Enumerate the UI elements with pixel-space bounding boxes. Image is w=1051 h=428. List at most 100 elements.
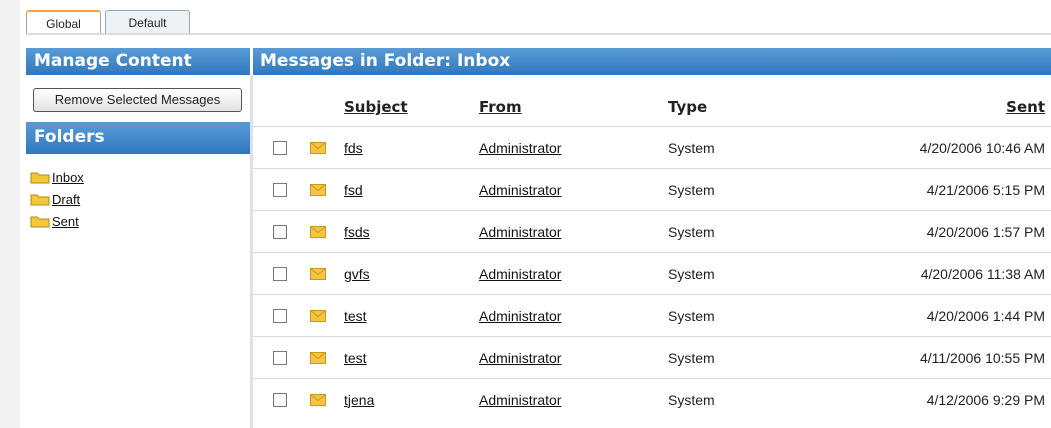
folders-header: Folders: [26, 122, 250, 154]
envelope-icon: [310, 267, 326, 280]
subject-link[interactable]: test: [344, 350, 367, 366]
envelope-icon: [310, 309, 326, 322]
sent-cell: 4/20/2006 1:44 PM: [926, 307, 1045, 324]
row-checkbox-cell: [273, 211, 287, 252]
folder-label[interactable]: Sent: [52, 214, 79, 229]
envelope-cell: [310, 253, 326, 294]
folder-label[interactable]: Draft: [52, 192, 80, 207]
tab-underline: [26, 33, 1051, 35]
folder-icon: [30, 194, 50, 206]
type-cell: System: [668, 223, 715, 240]
column-header-from[interactable]: From: [479, 89, 522, 125]
subject-cell: gvfs: [344, 253, 370, 294]
row-checkbox-cell: [273, 253, 287, 294]
envelope-icon: [310, 183, 326, 196]
row-checkbox[interactable]: [273, 140, 287, 155]
table-row: test Administrator System 4/20/2006 1:44 PM: [253, 294, 1051, 336]
envelope-icon: [310, 141, 326, 154]
folder-item-sent[interactable]: Sent: [30, 210, 84, 232]
from-link[interactable]: Administrator: [479, 308, 561, 324]
subject-link[interactable]: fsd: [344, 182, 363, 198]
manage-content-header: Manage Content: [26, 48, 250, 75]
sent-cell: 4/20/2006 11:38 AM: [920, 265, 1045, 282]
subject-link[interactable]: fds: [344, 140, 363, 156]
tab-bar: Global Default: [26, 6, 1051, 36]
from-cell: Administrator: [479, 379, 561, 420]
envelope-cell: [310, 295, 326, 336]
type-cell: System: [668, 265, 715, 282]
row-checkbox-cell: [273, 337, 287, 378]
from-cell: Administrator: [479, 253, 561, 294]
row-checkbox-cell: [273, 379, 287, 420]
left-gutter: [0, 0, 20, 428]
row-checkbox-cell: [273, 127, 287, 168]
from-cell: Administrator: [479, 169, 561, 210]
column-header-type: Type: [668, 98, 708, 116]
from-link[interactable]: Administrator: [479, 350, 561, 366]
subject-link[interactable]: fsds: [344, 224, 370, 240]
envelope-icon: [310, 351, 326, 364]
row-checkbox[interactable]: [273, 350, 287, 365]
from-link[interactable]: Administrator: [479, 182, 561, 198]
from-link[interactable]: Administrator: [479, 392, 561, 408]
type-cell: System: [668, 181, 715, 198]
row-checkbox[interactable]: [273, 392, 287, 407]
envelope-icon: [310, 393, 326, 406]
from-link[interactable]: Administrator: [479, 224, 561, 240]
sent-cell: 4/20/2006 10:46 AM: [919, 139, 1045, 156]
from-cell: Administrator: [479, 295, 561, 336]
row-checkbox[interactable]: [273, 182, 287, 197]
from-cell: Administrator: [479, 127, 561, 168]
type-cell: System: [668, 391, 715, 408]
table-row: fsd Administrator System 4/21/2006 5:15 PM: [253, 168, 1051, 210]
row-checkbox-cell: [273, 169, 287, 210]
envelope-cell: [310, 379, 326, 420]
remove-selected-button[interactable]: Remove Selected Messages: [33, 88, 242, 112]
subject-cell: fsd: [344, 169, 363, 210]
row-checkbox[interactable]: [273, 224, 287, 239]
tab-global[interactable]: Global: [26, 10, 101, 34]
sent-cell: 4/20/2006 1:57 PM: [926, 223, 1045, 240]
envelope-cell: [310, 127, 326, 168]
messages-header: Messages in Folder: Inbox: [253, 48, 1051, 75]
row-checkbox-cell: [273, 295, 287, 336]
column-header-subject[interactable]: Subject: [344, 89, 408, 125]
subject-link[interactable]: test: [344, 308, 367, 324]
folder-item-draft[interactable]: Draft: [30, 188, 84, 210]
table-row: gvfs Administrator System 4/20/2006 11:38 A…: [253, 252, 1051, 294]
folder-item-inbox[interactable]: Inbox: [30, 166, 84, 188]
sent-cell: 4/11/2006 10:55 PM: [919, 349, 1045, 366]
subject-cell: test: [344, 337, 367, 378]
subject-cell: fsds: [344, 211, 370, 252]
envelope-icon: [310, 225, 326, 238]
type-cell: System: [668, 349, 715, 366]
from-link[interactable]: Administrator: [479, 266, 561, 282]
subject-link[interactable]: tjena: [344, 392, 374, 408]
table-row: tjena Administrator System 4/12/2006 9:29 P…: [253, 378, 1051, 420]
from-cell: Administrator: [479, 337, 561, 378]
type-cell: System: [668, 307, 715, 324]
subject-link[interactable]: gvfs: [344, 266, 370, 282]
from-cell: Administrator: [479, 211, 561, 252]
table-header-row: Subject From Type Sent: [253, 89, 1051, 125]
type-cell: System: [668, 139, 715, 156]
row-checkbox[interactable]: [273, 308, 287, 323]
sent-cell: 4/21/2006 5:15 PM: [926, 181, 1045, 198]
row-checkbox[interactable]: [273, 266, 287, 281]
column-header-sent[interactable]: Sent: [1006, 89, 1045, 125]
from-link[interactable]: Administrator: [479, 140, 561, 156]
envelope-cell: [310, 337, 326, 378]
subject-cell: fds: [344, 127, 363, 168]
tab-default[interactable]: Default: [105, 10, 190, 34]
table-row: test Administrator System 4/11/2006 10:55 P…: [253, 336, 1051, 378]
folder-label[interactable]: Inbox: [52, 170, 84, 185]
folder-icon: [30, 172, 50, 184]
folder-list: Inbox Draft Sent: [30, 166, 84, 232]
envelope-cell: [310, 169, 326, 210]
table-row: fds Administrator System 4/20/2006 10:46 AM: [253, 126, 1051, 168]
sent-cell: 4/12/2006 9:29 PM: [926, 391, 1045, 408]
subject-cell: tjena: [344, 379, 374, 420]
subject-cell: test: [344, 295, 367, 336]
envelope-cell: [310, 211, 326, 252]
folder-icon: [30, 216, 50, 228]
